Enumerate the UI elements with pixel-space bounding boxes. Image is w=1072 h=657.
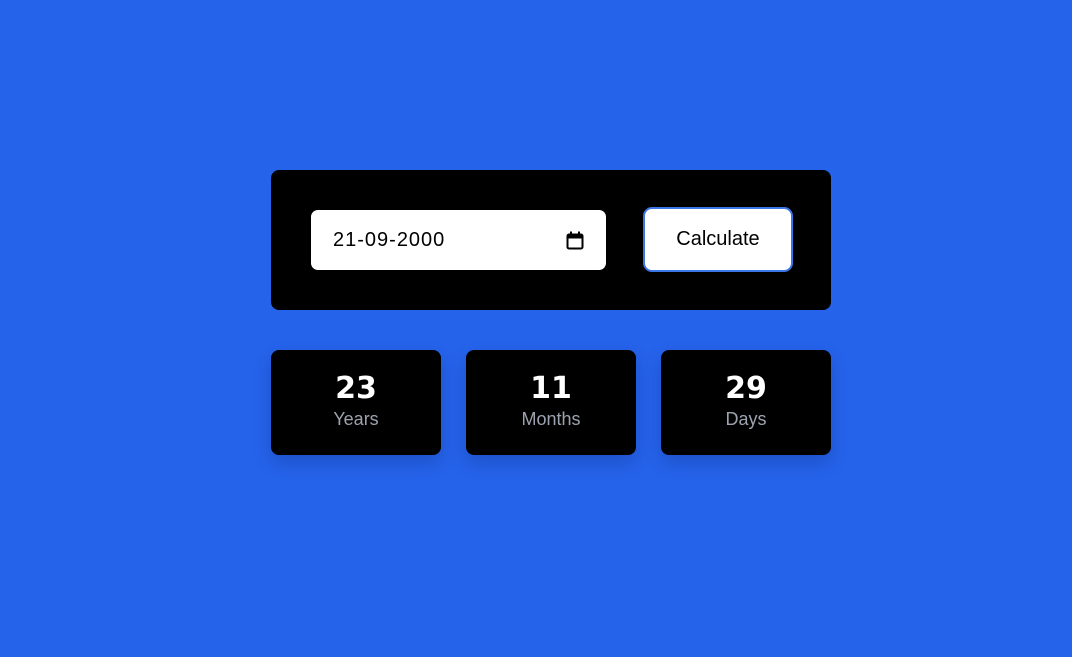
- date-value[interactable]: 21-09-2000: [333, 229, 566, 252]
- years-value: 23: [335, 370, 377, 406]
- days-label: Days: [725, 408, 767, 429]
- days-result-card: 29 Days: [661, 350, 831, 455]
- years-label: Years: [333, 408, 379, 429]
- date-input-panel: 21-09-2000 Calculate: [271, 170, 831, 310]
- birth-date-input[interactable]: 21-09-2000: [311, 210, 606, 270]
- calculate-button[interactable]: Calculate: [643, 207, 793, 272]
- months-result-card: 11 Months: [466, 350, 636, 455]
- calendar-icon[interactable]: [566, 231, 584, 250]
- days-value: 29: [725, 370, 767, 406]
- months-value: 11: [530, 370, 572, 406]
- years-result-card: 23 Years: [271, 350, 441, 455]
- months-label: Months: [521, 408, 581, 429]
